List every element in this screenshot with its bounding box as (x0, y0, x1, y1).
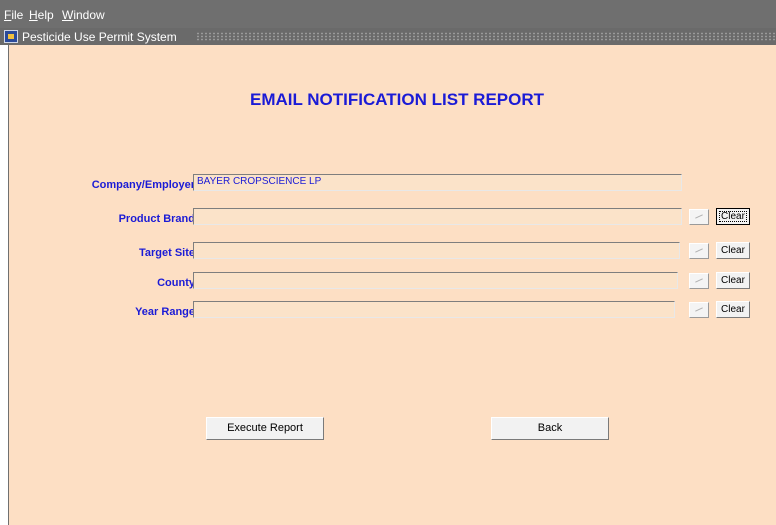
product-brand-field[interactable] (193, 208, 682, 225)
form-canvas: EMAIL NOTIFICATION LIST REPORT Company/E… (8, 45, 776, 525)
county-lov-button[interactable] (689, 273, 709, 289)
company-label: Company/Employer (91, 179, 195, 191)
product-brand-lov-button[interactable] (689, 209, 709, 225)
menu-window-mnemonic: W (62, 8, 74, 22)
target-site-lov-button[interactable] (689, 243, 709, 259)
report-title: EMAIL NOTIFICATION LIST REPORT (249, 90, 545, 109)
menu-file-label: ile (11, 8, 24, 22)
window-title-bar[interactable]: Pesticide Use Permit System (0, 28, 776, 45)
menu-bar: File Help Window (0, 0, 776, 28)
app-window-icon[interactable] (4, 30, 18, 43)
year-range-lov-button[interactable] (689, 302, 709, 318)
menu-help[interactable]: Help (29, 8, 54, 22)
county-label: County (157, 277, 195, 289)
back-button[interactable]: Back (491, 417, 609, 440)
county-clear-button[interactable]: Clear (716, 272, 750, 289)
menu-help-label: elp (37, 8, 54, 22)
menu-file[interactable]: File (4, 8, 23, 22)
menu-help-mnemonic: H (29, 8, 38, 22)
year-range-label: Year Range (135, 306, 195, 318)
target-site-field[interactable] (193, 242, 680, 259)
year-range-field[interactable] (193, 301, 675, 318)
execute-report-button[interactable]: Execute Report (206, 417, 324, 440)
year-range-clear-button[interactable]: Clear (716, 301, 750, 318)
product-brand-label: Product Brand (118, 213, 195, 225)
target-site-label: Target Site (138, 247, 195, 259)
menu-window-label: indow (73, 8, 105, 22)
title-bar-pattern (196, 32, 776, 41)
product-brand-clear-button[interactable]: Clear (716, 208, 750, 225)
menu-window[interactable]: Window (62, 8, 105, 22)
target-site-clear-button[interactable]: Clear (716, 242, 750, 259)
company-field[interactable]: BAYER CROPSCIENCE LP (193, 174, 682, 191)
county-field[interactable] (193, 272, 678, 289)
window-title: Pesticide Use Permit System (22, 30, 177, 44)
